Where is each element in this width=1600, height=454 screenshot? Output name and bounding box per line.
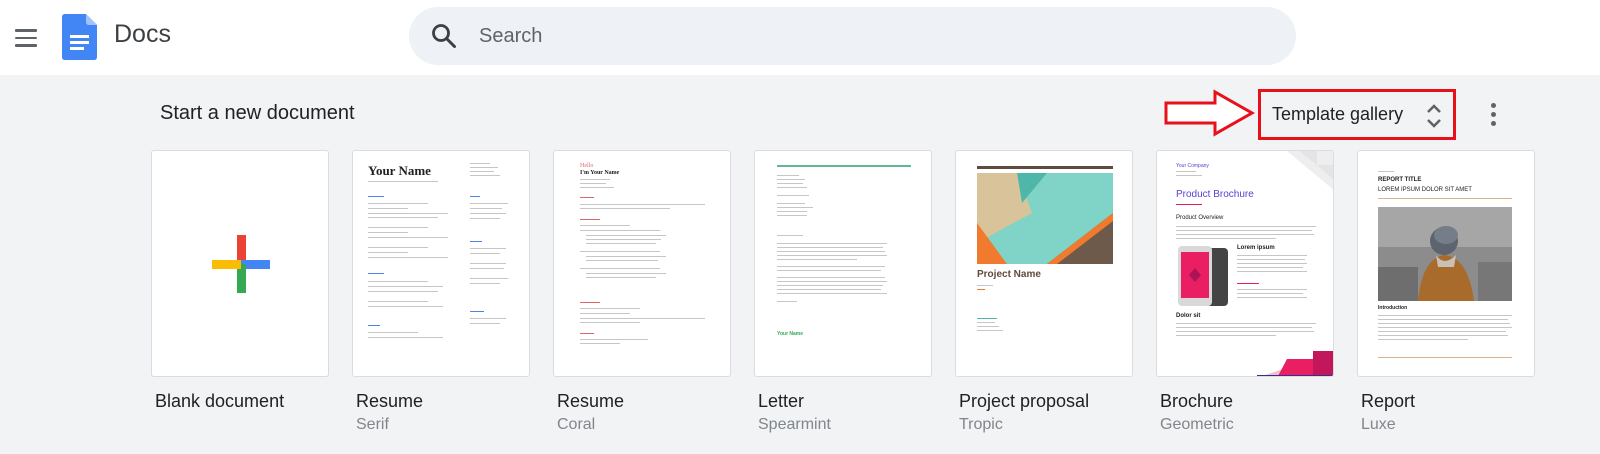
template-subtitle: Spearmint [758,416,831,433]
template-name: Report [1361,391,1416,411]
more-vert-icon [1490,102,1496,108]
top-app-bar: Docs [0,0,1600,75]
template-thumbnail[interactable] [151,150,329,377]
tropic-graphic [977,173,1113,264]
template-subtitle: Serif [356,416,389,433]
menu-icon-bar [15,29,37,32]
template-card-letter-spearmint[interactable]: Your Name Letter Spearmint [754,150,932,434]
template-thumbnail[interactable]: Your Name [352,150,530,377]
report-intro: Introduction [1378,305,1408,311]
brochure-overview: Product Overview [1176,215,1224,221]
template-name: Blank document [155,391,285,411]
template-card-blank[interactable]: Blank document [151,150,329,416]
template-gallery-label: Template gallery [1272,104,1404,124]
brochure-company: Your Company [1176,163,1209,169]
main-menu-button[interactable] [6,18,46,58]
app-title[interactable]: Docs [114,20,171,49]
template-subtitle: Coral [557,416,596,433]
template-thumbnail[interactable]: Project Name [955,150,1133,377]
geometric-corner [1287,151,1333,190]
template-card-resume-coral[interactable]: Hello I'm Your Name Resume Coral [553,150,731,434]
report-photo [1378,207,1512,301]
template-card-report-luxe[interactable]: REPORT TITLE LOREM IPSUM DOLOR SIT AMET … [1357,150,1535,434]
template-card-brochure-geometric[interactable]: Your Company Product Brochure Product Ov… [1156,150,1334,434]
docs-logo-icon[interactable] [62,14,97,60]
geometric-footer [1257,351,1333,376]
section-title: Start a new document [160,102,355,124]
search-input[interactable] [479,7,1259,65]
template-card-resume-serif[interactable]: Your Name Resume Serif [352,150,530,434]
plus-icon [212,235,270,293]
brochure-heading: Product Brochure [1176,189,1254,200]
unfold-more-icon [1427,104,1441,128]
template-subtitle: Geometric [1160,416,1234,433]
more-vert-icon [1490,120,1496,126]
template-subtitle: Luxe [1361,416,1396,433]
search-icon[interactable] [431,23,457,49]
menu-icon-bar [15,36,37,40]
template-name: Project proposal [959,391,1090,411]
report-rule [1378,198,1512,199]
brochure-lorem: Lorem ipsum [1237,245,1275,251]
report-bottom-rule [1378,357,1512,358]
coral-hello: Hello [580,163,594,169]
brochure-phone-image [1178,246,1228,306]
spearmint-rule [777,165,911,167]
template-thumbnail[interactable]: REPORT TITLE LOREM IPSUM DOLOR SIT AMET … [1357,150,1535,377]
annotation-arrow-icon [1164,89,1255,137]
letter-signoff: Your Name [777,331,804,337]
template-gallery-button[interactable]: Template gallery [1258,89,1456,140]
project-heading: Project Name [977,269,1041,280]
template-subtitle: Tropic [959,416,1003,433]
more-options-button[interactable] [1479,96,1507,132]
template-name: Resume [557,391,625,411]
template-card-project-tropic[interactable]: Project Name Project proposal Tropic [955,150,1133,434]
tropic-top-rule [977,166,1113,169]
template-name: Resume [356,391,424,411]
resume-heading: Your Name [368,163,431,178]
search-bar[interactable] [409,7,1296,65]
brochure-dolor: Dolor sit [1176,313,1201,319]
menu-icon-bar [15,44,37,47]
template-thumbnail[interactable]: Your Name [754,150,932,377]
template-name: Letter [758,391,805,411]
report-subtitle: LOREM IPSUM DOLOR SIT AMET [1378,187,1472,193]
report-title: REPORT TITLE [1378,177,1422,183]
template-thumbnail[interactable]: Your Company Product Brochure Product Ov… [1156,150,1334,377]
template-thumbnail[interactable]: Hello I'm Your Name [553,150,731,377]
coral-name: I'm Your Name [580,170,620,176]
more-vert-icon [1490,111,1496,117]
template-name: Brochure [1160,391,1234,411]
